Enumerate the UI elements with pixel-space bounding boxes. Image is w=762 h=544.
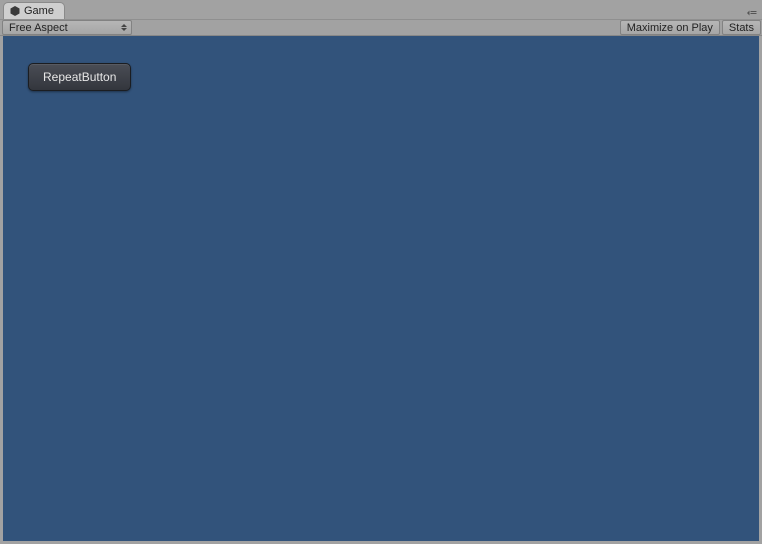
game-view: RepeatButton bbox=[3, 36, 759, 541]
stats-button[interactable]: Stats bbox=[722, 20, 761, 35]
repeat-button[interactable]: RepeatButton bbox=[28, 63, 131, 91]
maximize-on-play-button[interactable]: Maximize on Play bbox=[620, 20, 720, 35]
tab-bar: Game bbox=[0, 0, 762, 19]
maximize-label: Maximize on Play bbox=[627, 22, 713, 34]
unity-logo-icon bbox=[10, 6, 20, 16]
window-menu-icon[interactable] bbox=[747, 10, 757, 16]
tab-game[interactable]: Game bbox=[3, 2, 65, 19]
stats-label: Stats bbox=[729, 22, 754, 34]
game-toolbar: Free Aspect Maximize on Play Stats bbox=[0, 19, 762, 36]
updown-arrows-icon bbox=[121, 24, 127, 31]
tab-label: Game bbox=[24, 5, 54, 17]
aspect-dropdown-label: Free Aspect bbox=[9, 22, 68, 34]
toolbar-spacer bbox=[134, 20, 619, 35]
repeat-button-label: RepeatButton bbox=[43, 70, 116, 84]
aspect-dropdown[interactable]: Free Aspect bbox=[2, 20, 132, 35]
